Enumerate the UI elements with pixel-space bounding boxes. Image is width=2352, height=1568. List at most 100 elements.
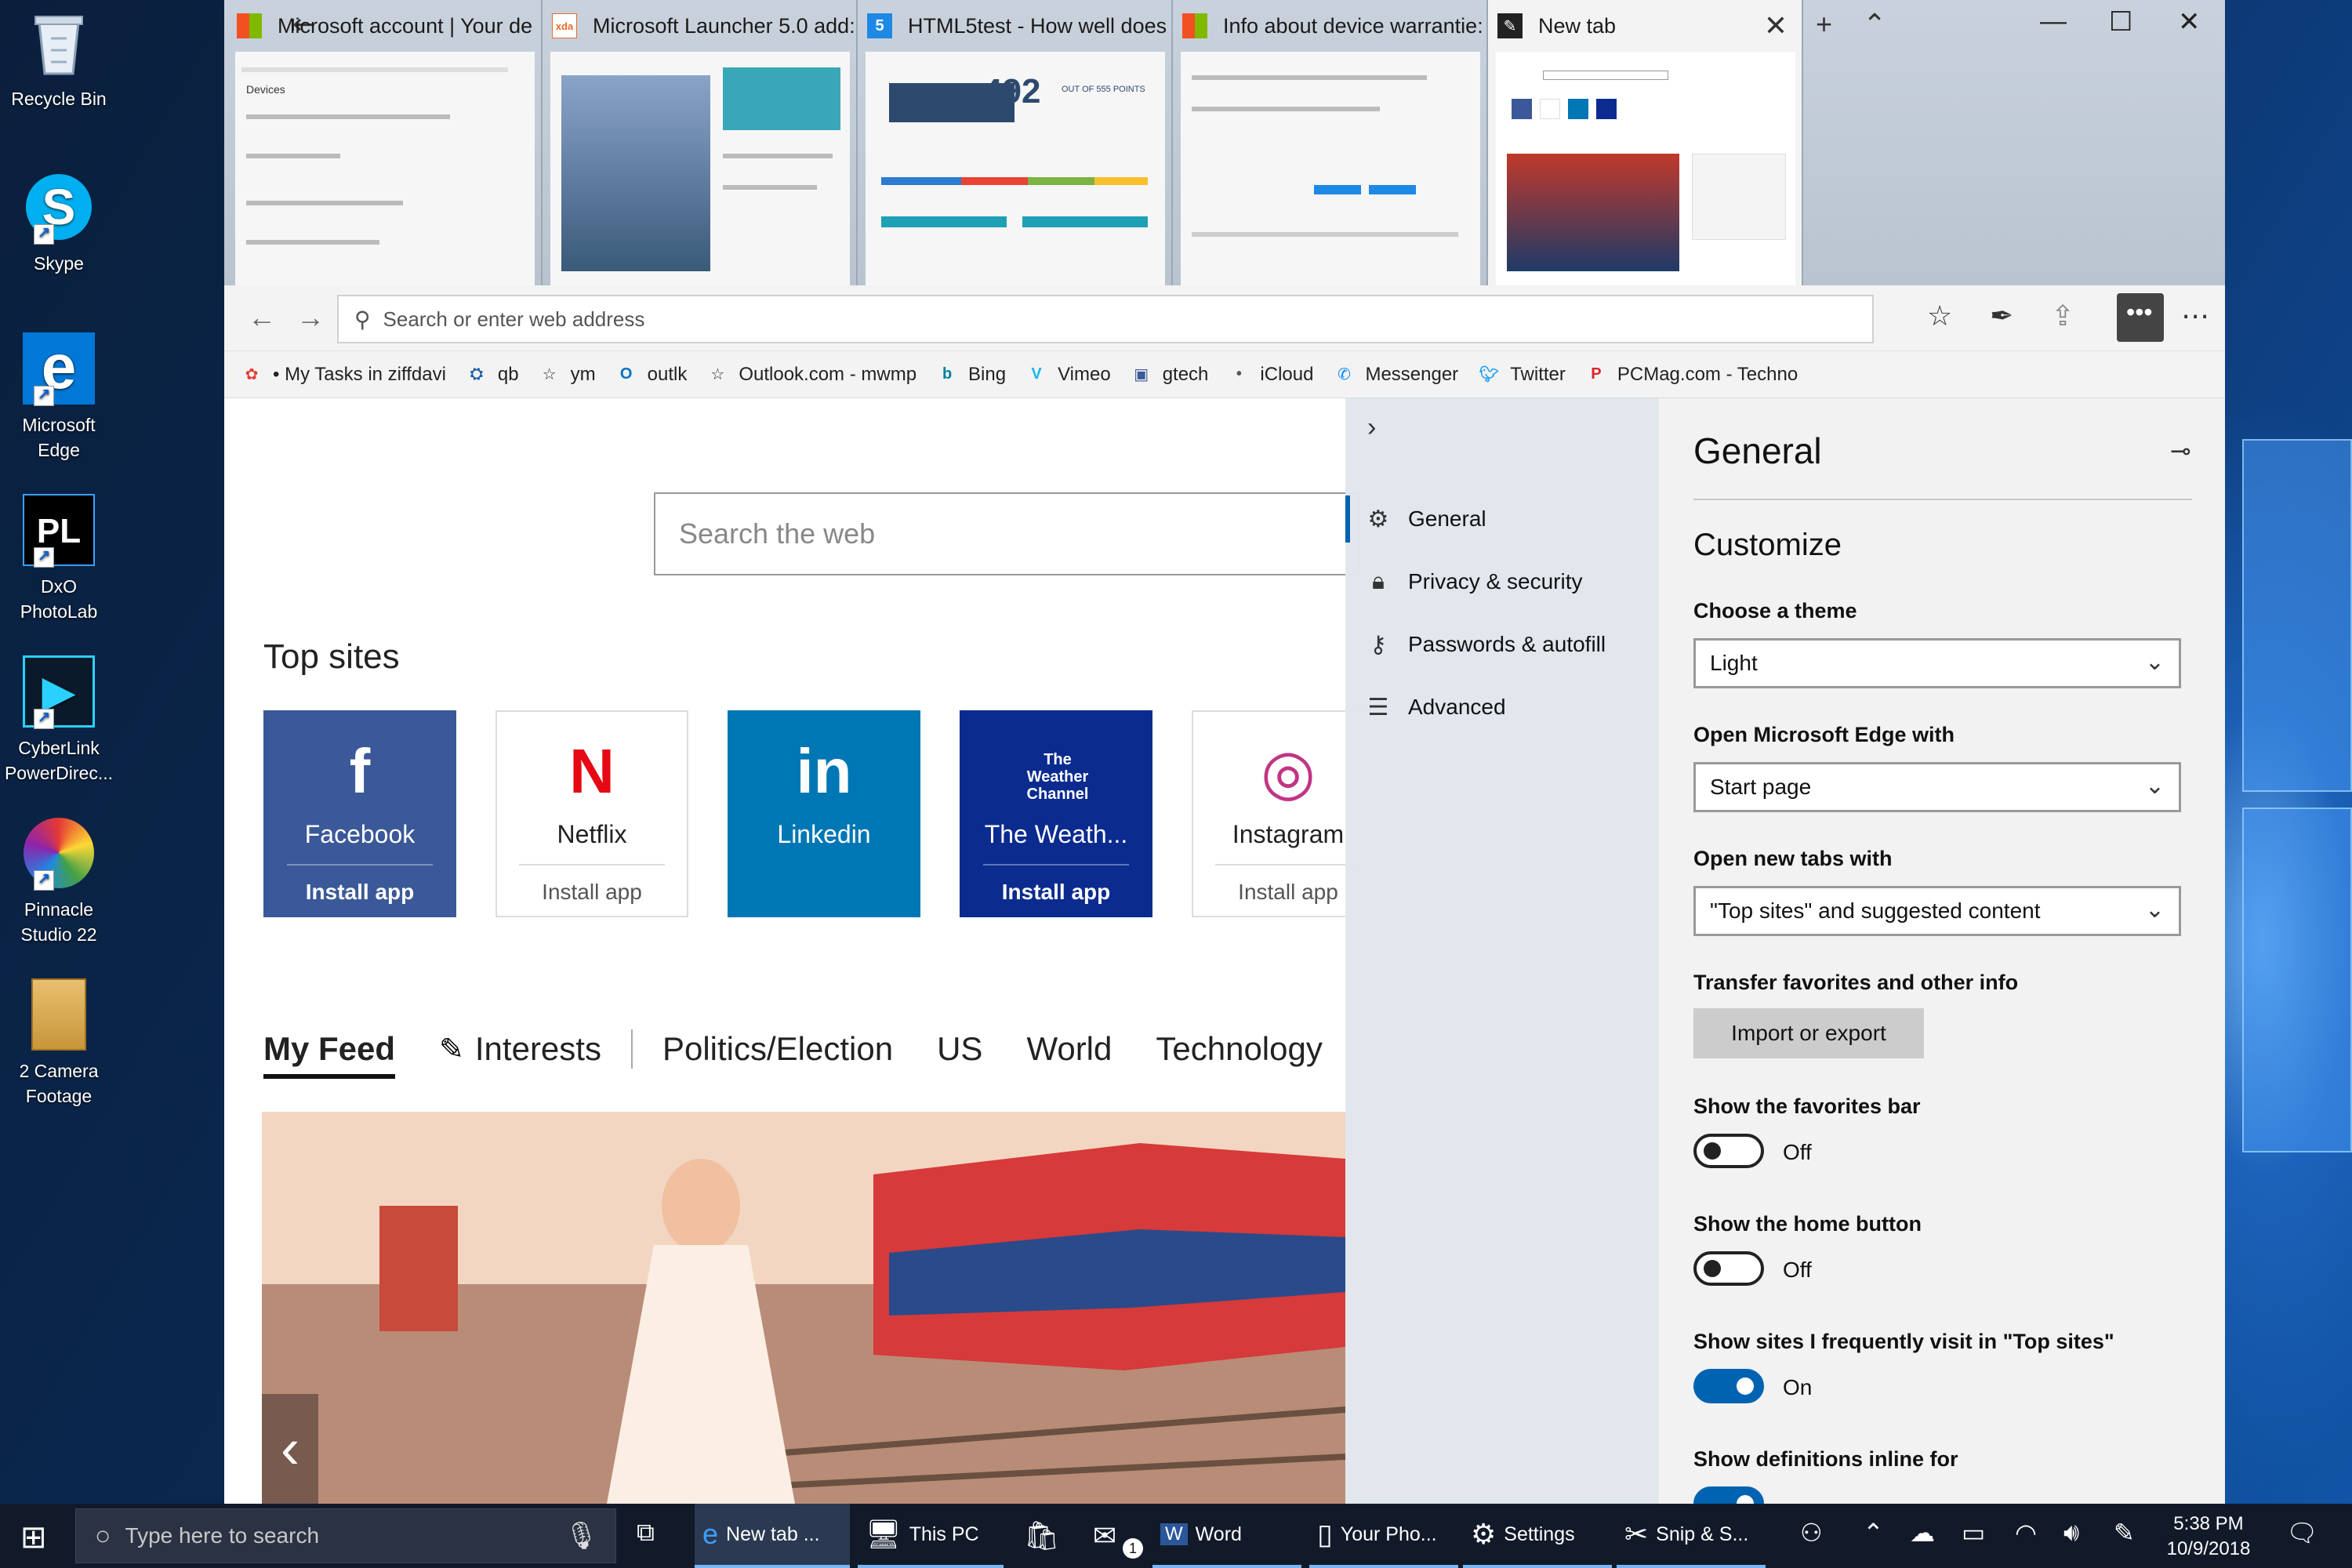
taskbar-app-store[interactable]: 🛍︎ bbox=[1016, 1504, 1071, 1568]
chevron-up-icon[interactable]: ⌃ bbox=[1863, 8, 1886, 41]
taskbar-search-input[interactable]: ○ Type here to search 🎙︎ bbox=[75, 1508, 616, 1563]
desktop-icon-pinnacle[interactable]: ↗ Pinnacle Studio 22 bbox=[3, 814, 114, 947]
settings-nav-privacy[interactable]: 🔒︎ Privacy & security bbox=[1345, 558, 1659, 605]
tab-device-warranties[interactable]: Info about device warrantie: bbox=[1173, 0, 1488, 285]
edge-icon: e bbox=[702, 1518, 719, 1550]
install-app-link[interactable]: Install app bbox=[961, 880, 1151, 905]
desktop-icon-cyberlink[interactable]: ▶ ↗ CyberLink PowerDirec... bbox=[3, 652, 114, 786]
new-tab-icon[interactable]: + bbox=[1816, 8, 1832, 41]
favorite-link[interactable]: b Bing bbox=[935, 363, 1006, 387]
import-export-button[interactable]: Import or export bbox=[1693, 1008, 1924, 1058]
taskbar-app-edge[interactable]: e New tab ... bbox=[695, 1504, 850, 1568]
taskbar-app-settings[interactable]: ⚙ Settings bbox=[1463, 1504, 1612, 1568]
notifications-icon[interactable]: 🗨︎ bbox=[2286, 1518, 2318, 1548]
taskbar-app-your-phone[interactable]: ▯ Your Pho... bbox=[1309, 1504, 1458, 1568]
share-icon[interactable]: ⇪ bbox=[2051, 299, 2074, 332]
pen-workspace-icon[interactable]: ✎ bbox=[2114, 1518, 2135, 1548]
feed-tab-interests[interactable]: Interests bbox=[475, 1030, 601, 1068]
taskbar-clock[interactable]: 5:38 PM 10/9/2018 bbox=[2158, 1512, 2259, 1562]
task-view-icon[interactable]: ⧉ bbox=[637, 1518, 655, 1548]
close-icon[interactable]: ✕ bbox=[2178, 6, 2201, 38]
feed-tab-technology[interactable]: Technology bbox=[1156, 1030, 1322, 1068]
favorite-link[interactable]: ▣ gtech bbox=[1130, 363, 1208, 387]
onedrive-icon[interactable]: ☁ bbox=[1910, 1518, 1935, 1548]
maximize-icon[interactable]: ☐ bbox=[2109, 6, 2132, 38]
frequent-sites-toggle[interactable] bbox=[1693, 1369, 1764, 1403]
install-app-link[interactable]: Install app bbox=[497, 880, 687, 905]
top-site-tile[interactable]: f Facebook Install app bbox=[263, 710, 456, 917]
taskbar-app-word[interactable]: W Word bbox=[1152, 1504, 1301, 1568]
carousel-prev-icon[interactable]: ‹ bbox=[262, 1394, 318, 1504]
favorite-link[interactable]: ☆ ym bbox=[538, 363, 596, 387]
favorite-link[interactable]: P PCMag.com - Techno bbox=[1584, 363, 1798, 387]
favorite-link[interactable]: 🐦︎ Twitter bbox=[1477, 363, 1565, 387]
clock-date: 10/9/2018 bbox=[2166, 1538, 2251, 1559]
taskbar-app-this-pc[interactable]: 🖥︎ This PC bbox=[858, 1504, 1004, 1568]
settings-more-active-button[interactable]: ••• bbox=[2117, 293, 2164, 342]
close-tab-icon[interactable]: ✕ bbox=[1764, 9, 1788, 42]
settings-nav-advanced[interactable]: ☰ Advanced bbox=[1345, 684, 1659, 731]
top-site-tile[interactable]: The Weather Channel The Weath... Install a… bbox=[960, 710, 1152, 917]
favorite-link[interactable]: ⛭ qb bbox=[465, 363, 519, 387]
pen-icon[interactable]: ✒ bbox=[1990, 299, 2013, 332]
tile-divider bbox=[983, 864, 1129, 866]
favorite-link[interactable]: Ooutlk bbox=[615, 363, 687, 387]
feed-hero-image[interactable] bbox=[262, 1112, 1345, 1504]
volume-icon[interactable]: 🔊︎ bbox=[2063, 1518, 2079, 1548]
forward-icon[interactable]: → bbox=[296, 301, 325, 334]
favorite-link[interactable]: ☆ Outlook.com - mwmp bbox=[706, 363, 916, 387]
chevron-up-icon[interactable]: ⌃ bbox=[1863, 1518, 1884, 1548]
wifi-icon[interactable]: ◠ bbox=[2015, 1518, 2037, 1548]
favorite-link[interactable]: V Vimeo bbox=[1025, 363, 1110, 387]
collapse-pane-icon[interactable]: › bbox=[1367, 412, 1376, 443]
desktop-icon-dxo-photolab[interactable]: PL ↗ DxO PhotoLab bbox=[3, 491, 114, 624]
desktop-icon-edge[interactable]: e ↗ Microsoft Edge bbox=[3, 329, 114, 463]
tab-microsoft-account[interactable]: Microsoft account | Your de Devices bbox=[227, 0, 543, 285]
tab-microsoft-launcher[interactable]: xda Microsoft Launcher 5.0 add: bbox=[543, 0, 858, 285]
favorites-star-icon[interactable]: ☆ bbox=[1927, 299, 1952, 332]
favorite-favicon-icon: ✿ bbox=[245, 366, 259, 383]
favbar-toggle[interactable] bbox=[1693, 1134, 1764, 1168]
feed-divider bbox=[630, 1029, 633, 1069]
home-button-toggle[interactable] bbox=[1693, 1251, 1764, 1286]
feed-tab-my-feed[interactable]: My Feed bbox=[263, 1030, 396, 1079]
tab-preview: 492 OUT OF 555 POINTS bbox=[866, 52, 1165, 285]
web-search-input[interactable]: Search the web bbox=[654, 492, 1359, 575]
desktop-icon-camera-footage[interactable]: 2 Camera Footage bbox=[3, 975, 114, 1109]
tile-divider bbox=[287, 864, 433, 866]
key-icon: ⚷ bbox=[1370, 631, 1387, 658]
desktop-icon-skype[interactable]: S ↗ Skype bbox=[3, 168, 114, 276]
people-icon[interactable]: ⚇ bbox=[1800, 1518, 1823, 1548]
desktop-icon-recycle-bin[interactable]: Recycle Bin bbox=[3, 3, 114, 111]
favorite-link[interactable]: ✿ • My Tasks in ziffdavi bbox=[240, 363, 446, 387]
html5-score-label: OUT OF 555 POINTS bbox=[1062, 85, 1145, 94]
battery-icon[interactable]: ▭ bbox=[1962, 1518, 1985, 1548]
theme-select[interactable]: Light ⌄ bbox=[1693, 638, 2181, 688]
taskbar-app-snip[interactable]: ✂ Snip & S... bbox=[1617, 1504, 1766, 1568]
store-icon: 🛍︎ bbox=[1024, 1519, 1060, 1552]
address-bar[interactable]: ⚲ Search or enter web address bbox=[337, 295, 1874, 343]
favorite-link[interactable]: ✆ Messenger bbox=[1332, 363, 1458, 387]
open-with-select[interactable]: Start page ⌄ bbox=[1693, 762, 2181, 812]
install-app-link[interactable]: Install app bbox=[265, 880, 455, 905]
feed-tab-us[interactable]: US bbox=[937, 1030, 982, 1068]
tab-html5test[interactable]: 5 HTML5test - How well does 492 OUT OF 55… bbox=[858, 0, 1173, 285]
more-icon[interactable]: ⋯ bbox=[2181, 299, 2209, 332]
top-site-tile[interactable]: in Linkedin bbox=[728, 710, 920, 917]
new-tabs-select[interactable]: "Top sites" and suggested content ⌄ bbox=[1693, 886, 2181, 936]
pencil-icon[interactable]: ✎ bbox=[439, 1032, 464, 1067]
microphone-icon[interactable]: 🎙︎ bbox=[564, 1520, 598, 1552]
taskbar-app-mail[interactable]: ✉ 1 bbox=[1085, 1504, 1148, 1568]
windows-start-icon[interactable]: ⊞ bbox=[20, 1519, 47, 1555]
definitions-toggle[interactable] bbox=[1693, 1486, 1764, 1504]
top-site-tile[interactable]: N Netflix Install app bbox=[495, 710, 688, 917]
feed-tab-politics[interactable]: Politics/Election bbox=[662, 1030, 893, 1068]
minimize-icon[interactable]: — bbox=[2040, 6, 2067, 37]
settings-nav-general[interactable]: ⚙ General bbox=[1345, 495, 1659, 543]
feed-tab-world[interactable]: World bbox=[1026, 1030, 1112, 1068]
back-icon[interactable]: ← bbox=[248, 301, 276, 334]
favorite-link[interactable]: • iCloud bbox=[1227, 363, 1314, 387]
pin-icon[interactable]: ⊸ bbox=[2170, 436, 2191, 466]
tab-new-tab[interactable]: ✎ New tab ✕ bbox=[1488, 0, 1803, 285]
settings-nav-passwords[interactable]: ⚷ Passwords & autofill bbox=[1345, 621, 1659, 668]
